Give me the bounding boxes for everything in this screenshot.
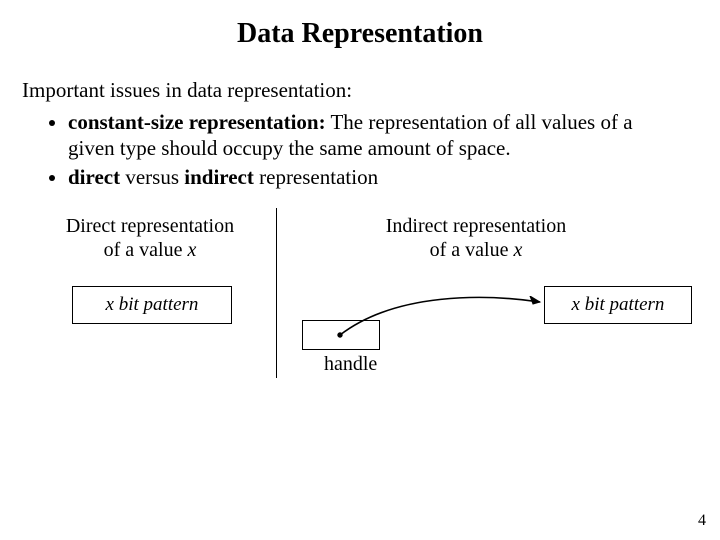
intro-text: Important issues in data representation:	[22, 78, 720, 103]
bullet-2: direct versus indirect representation	[68, 164, 684, 190]
indirect-caption-x: x	[513, 239, 522, 261]
divider-line	[276, 208, 277, 378]
page-number: 4	[698, 512, 706, 530]
indirect-caption-l1: Indirect representation	[386, 215, 566, 237]
direct-caption-l2a: of a value	[104, 239, 188, 261]
indirect-caption-l2a: of a value	[430, 239, 514, 261]
slide: Data Representation Important issues in …	[0, 0, 720, 540]
direct-box: x bit pattern	[72, 286, 232, 324]
bullet-2-plain-b: representation	[254, 165, 378, 189]
pointer-arrow-icon	[336, 296, 552, 348]
bullet-list: constant-size representation: The repres…	[42, 109, 720, 190]
handle-label: handle	[324, 353, 377, 376]
bullet-1-term: constant-size representation:	[68, 110, 326, 134]
indirect-box: x bit pattern	[544, 286, 692, 324]
bullet-1: constant-size representation: The repres…	[68, 109, 684, 162]
indirect-caption: Indirect representation of a value x	[346, 214, 606, 262]
bullet-2-plain-a: versus	[120, 165, 184, 189]
direct-caption-x: x	[187, 239, 196, 261]
slide-title: Data Representation	[0, 0, 720, 50]
bullet-2-term-a: direct	[68, 165, 120, 189]
diagram: Direct representation of a value x Indir…	[0, 208, 720, 408]
direct-caption-l1: Direct representation	[66, 215, 234, 237]
direct-caption: Direct representation of a value x	[40, 214, 260, 262]
bullet-2-term-b: indirect	[184, 165, 254, 189]
